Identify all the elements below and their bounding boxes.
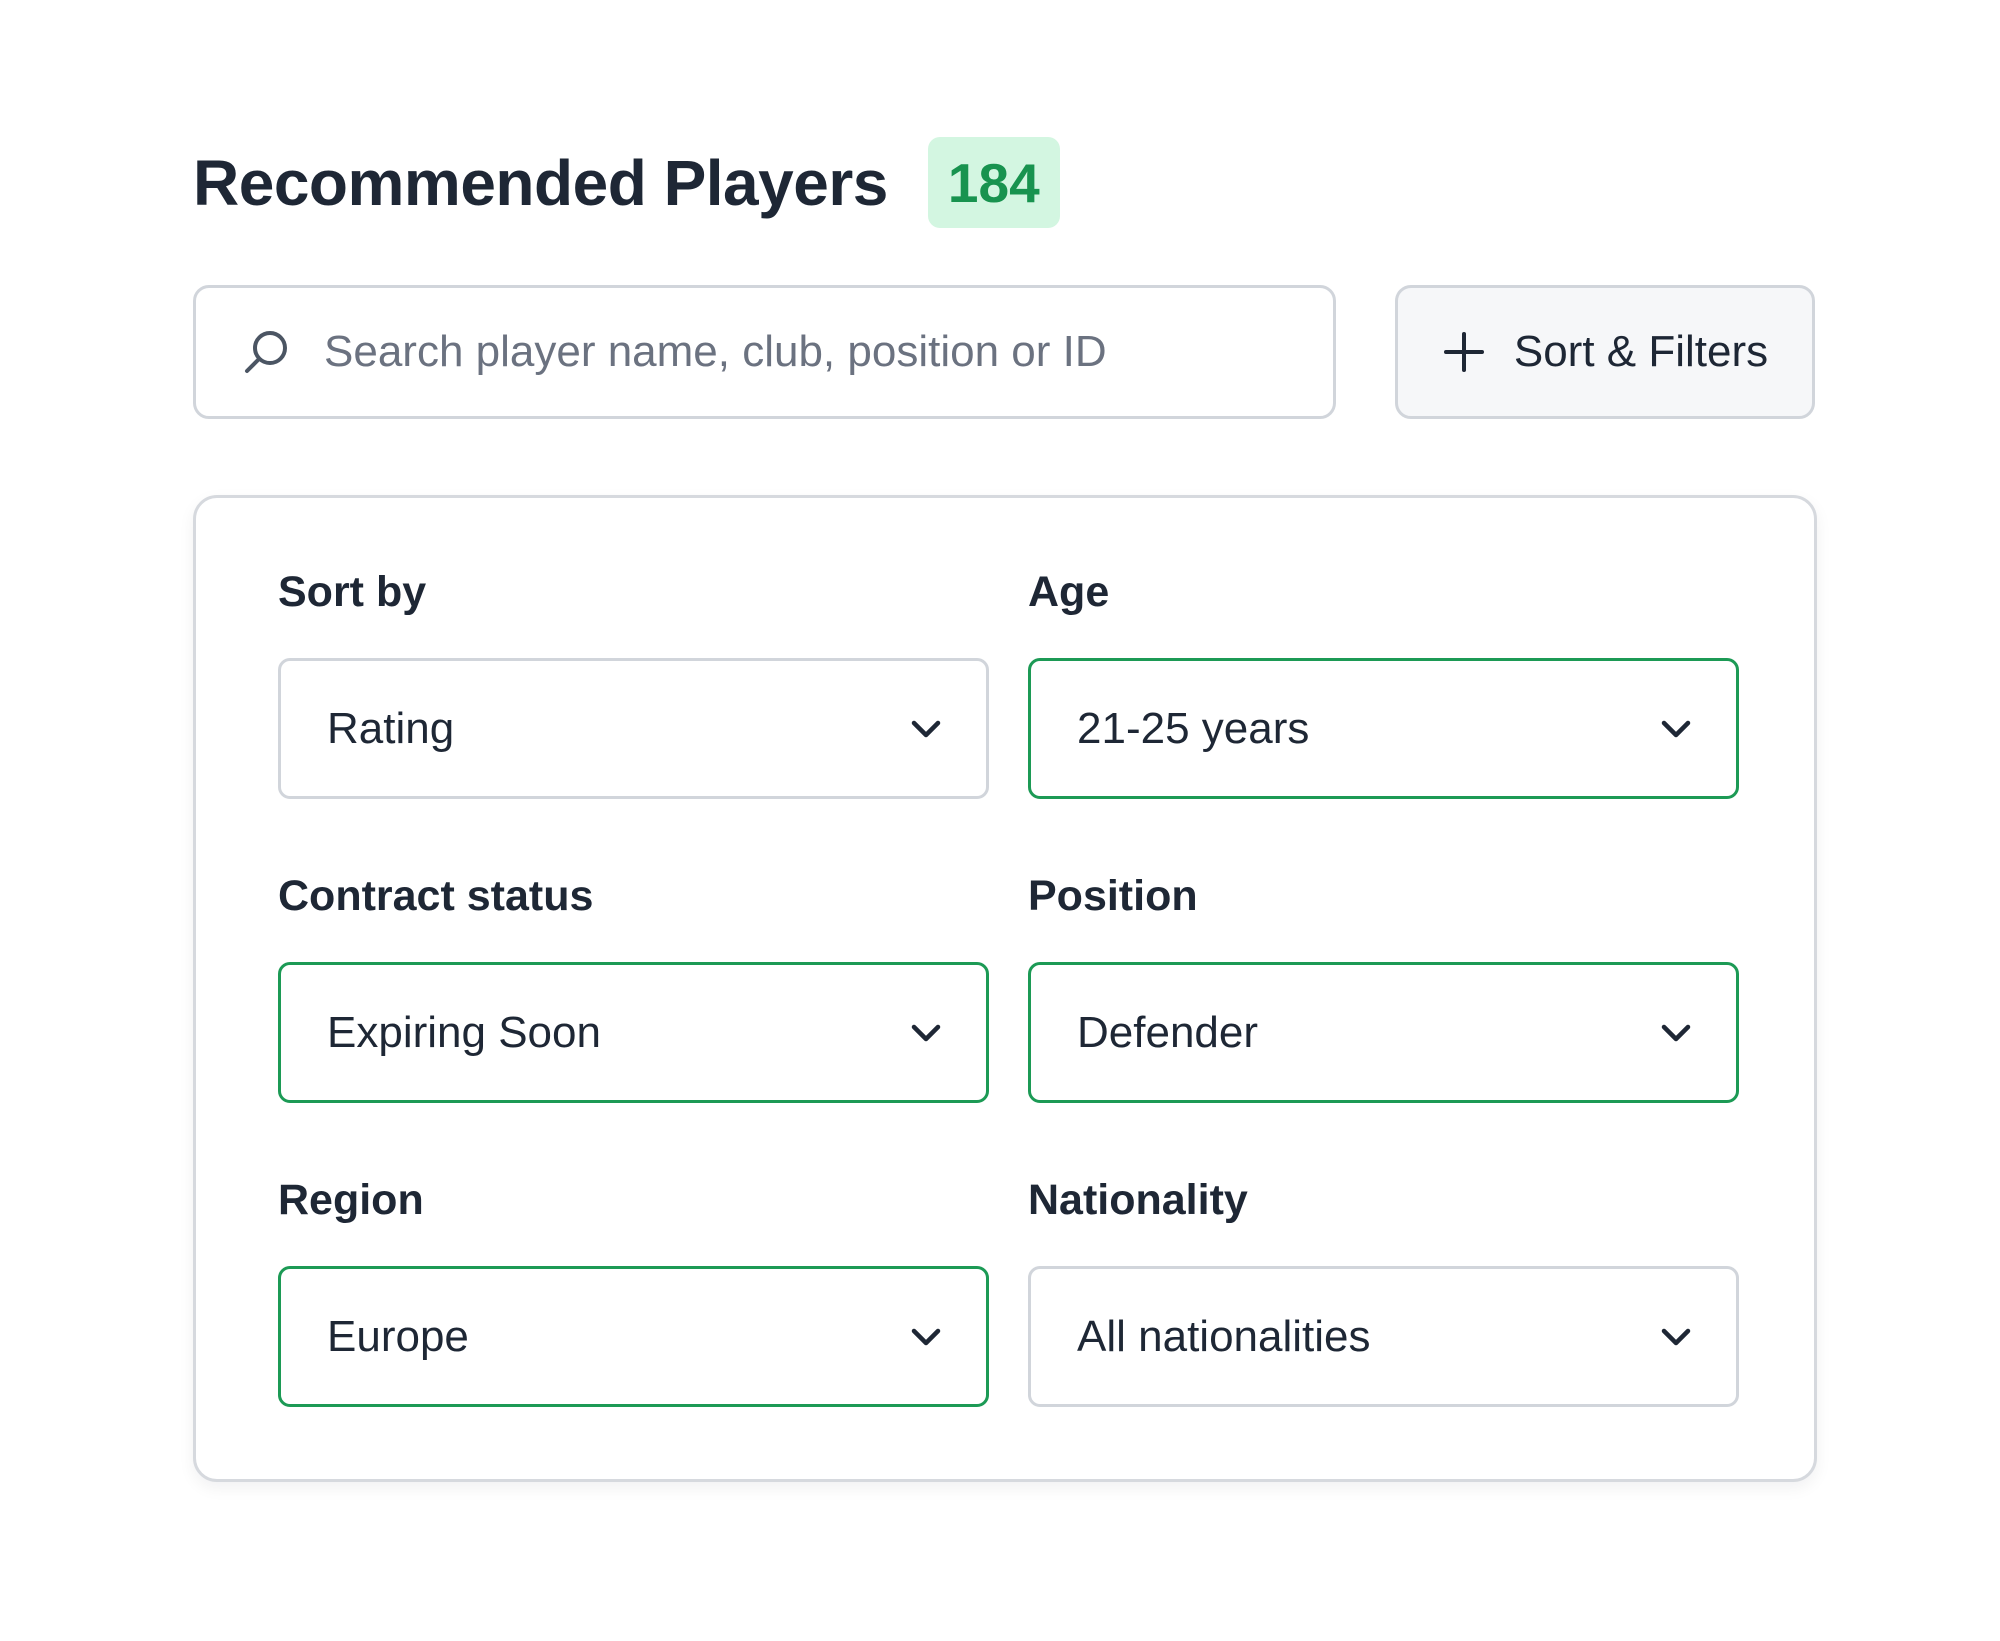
chevron-down-icon — [1656, 1317, 1696, 1357]
chevron-down-icon — [906, 1317, 946, 1357]
chevron-down-icon — [1656, 709, 1696, 749]
contract-status-field: Contract status Expiring Soon — [278, 866, 989, 1103]
region-label: Region — [278, 1176, 424, 1224]
position-select[interactable]: Defender — [1028, 962, 1739, 1103]
sort-by-field: Sort by Rating — [278, 562, 989, 799]
sort-filters-button[interactable]: Sort & Filters — [1395, 285, 1815, 419]
search-icon — [240, 326, 292, 378]
page-title: Recommended Players — [193, 146, 888, 219]
nationality-label: Nationality — [1028, 1176, 1248, 1224]
position-field: Position Defender — [1028, 866, 1739, 1103]
chevron-down-icon — [1656, 1013, 1696, 1053]
age-field: Age 21-25 years — [1028, 562, 1739, 799]
position-value: Defender — [1077, 1007, 1259, 1057]
nationality-field: Nationality All nationalities — [1028, 1170, 1739, 1407]
player-count-badge: 184 — [927, 137, 1060, 228]
nationality-value: All nationalities — [1077, 1311, 1371, 1361]
position-label: Position — [1028, 872, 1198, 920]
region-field: Region Europe — [278, 1170, 989, 1407]
age-select[interactable]: 21-25 years — [1028, 658, 1739, 799]
sort-filters-label: Sort & Filters — [1513, 327, 1769, 376]
region-value: Europe — [327, 1311, 469, 1361]
region-select[interactable]: Europe — [278, 1266, 989, 1407]
chevron-down-icon — [906, 709, 946, 749]
contract-status-label: Contract status — [278, 872, 594, 920]
age-label: Age — [1028, 568, 1110, 616]
age-value: 21-25 years — [1077, 703, 1310, 753]
plus-icon — [1442, 330, 1486, 374]
nationality-select[interactable]: All nationalities — [1028, 1266, 1739, 1407]
sort-by-label: Sort by — [278, 568, 427, 616]
sort-by-select[interactable]: Rating — [278, 658, 989, 799]
contract-status-select[interactable]: Expiring Soon — [278, 962, 989, 1103]
filter-panel: Sort by Rating Age 21-25 years Contract … — [193, 495, 1817, 1482]
page-header: Recommended Players 184 — [193, 137, 1060, 228]
chevron-down-icon — [906, 1013, 946, 1053]
page: Recommended Players 184 Sort & Filters S… — [0, 0, 2000, 1641]
search-input[interactable] — [324, 322, 1324, 382]
search-box[interactable] — [193, 285, 1336, 419]
sort-by-value: Rating — [327, 703, 455, 753]
contract-status-value: Expiring Soon — [327, 1007, 601, 1057]
